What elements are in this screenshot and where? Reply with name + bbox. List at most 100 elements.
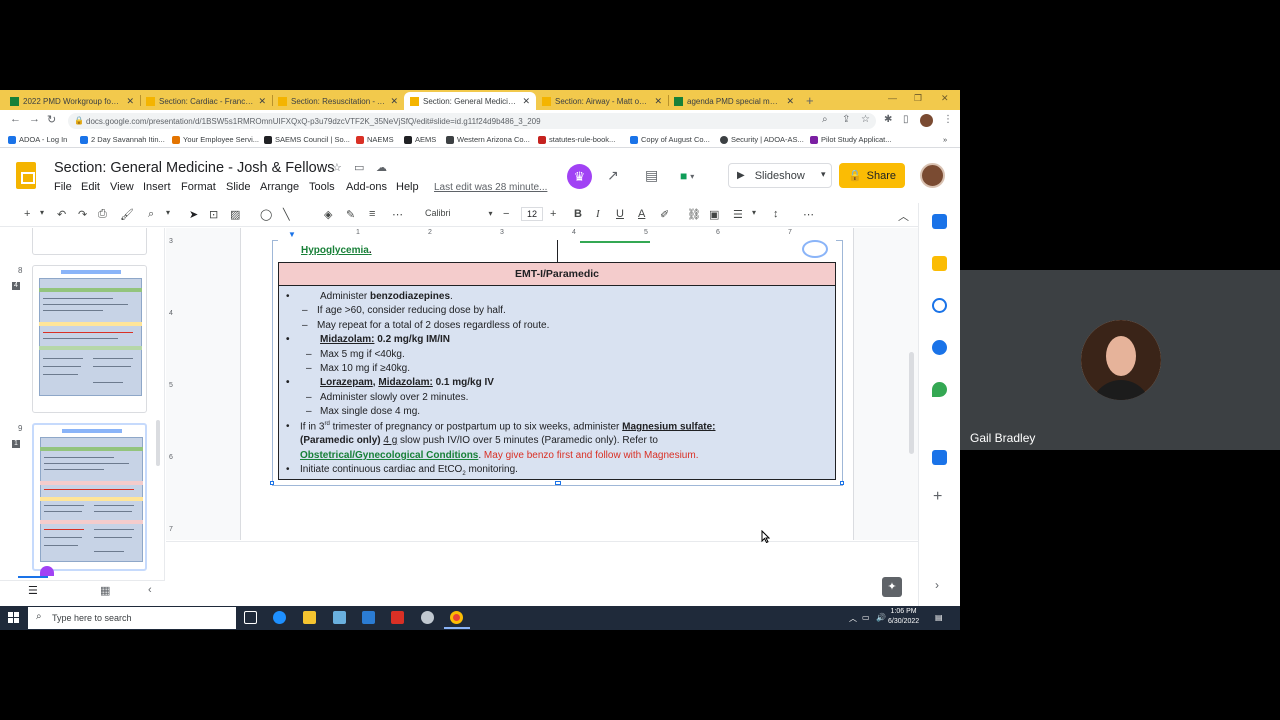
menu-view[interactable]: View [110, 181, 134, 193]
get-addons-icon[interactable]: + [933, 488, 942, 506]
speaker-notes[interactable] [166, 541, 918, 606]
bookmark-item[interactable]: Copy of August Co... [630, 135, 710, 144]
browser-tab-3[interactable]: Section: Resuscitation - Amb ✕ [272, 92, 404, 110]
addon-icon[interactable] [932, 450, 947, 465]
zoom-icon[interactable]: ⌕ [822, 114, 828, 125]
expand-panel-icon[interactable]: › [935, 578, 939, 592]
more-options-icon[interactable]: ⋯ [803, 208, 814, 221]
fill-color-icon[interactable]: ◈ [324, 208, 332, 221]
move-folder-icon[interactable]: ▭ [354, 161, 364, 174]
bookmark-item[interactable]: Pilot Study Applicat... [810, 135, 891, 144]
bookmark-item[interactable]: AEMS [404, 135, 436, 144]
zoom-icon[interactable]: ⌕ [148, 208, 154, 221]
highlight-icon[interactable]: ✐ [660, 208, 669, 221]
chevron-down-icon[interactable]: ▾ [821, 169, 826, 180]
comment-count-badge[interactable]: 1 [12, 440, 20, 448]
paint-format-icon[interactable]: 🖌 [120, 208, 134, 221]
menu-edit[interactable]: Edit [81, 181, 100, 193]
store-icon[interactable] [333, 611, 346, 624]
taskbar-clock[interactable]: 1:06 PM 6/30/2022 [888, 607, 919, 627]
notifications-icon[interactable]: ▤ [935, 613, 943, 622]
filmstrip-view-icon[interactable]: ☰ [28, 584, 38, 597]
slide-thumbnail-previous[interactable] [32, 228, 147, 255]
browser-tab-active[interactable]: Section: General Medicine - ✕ [404, 92, 536, 110]
volume-icon[interactable]: 🔊 [876, 613, 886, 622]
bookmark-item[interactable]: NAEMS [356, 135, 394, 144]
activity-dashboard-icon[interactable]: ↗ [607, 167, 619, 184]
close-tab-icon[interactable]: ✕ [786, 96, 794, 107]
document-title[interactable]: Section: General Medicine - Josh & Fello… [54, 160, 334, 176]
close-window-icon[interactable]: ✕ [941, 93, 949, 104]
back-icon[interactable]: ← [10, 113, 21, 125]
star-icon[interactable]: ☆ [332, 161, 342, 174]
bold-icon[interactable]: B [574, 208, 582, 220]
new-tab-icon[interactable]: + [806, 93, 814, 108]
bookmark-item[interactable]: SAEMS Council | So... [264, 135, 350, 144]
ob-gyn-link[interactable]: Obstetrical/Gynecological Conditions [300, 450, 478, 461]
browser-tab-5[interactable]: Section: Airway - Matt one le ✕ [536, 92, 668, 110]
slides-logo-icon[interactable] [16, 162, 36, 189]
decrease-font-icon[interactable]: − [503, 208, 509, 220]
tasks-icon[interactable] [932, 298, 947, 313]
comments-icon[interactable]: ▤ [645, 167, 658, 184]
border-dash-icon[interactable]: ⋯ [392, 208, 403, 221]
menu-insert[interactable]: Insert [143, 181, 171, 193]
tray-chevron-icon[interactable]: ︿ [849, 613, 857, 624]
chevron-down-icon[interactable]: ▾ [166, 208, 170, 217]
resize-handle[interactable] [840, 481, 844, 485]
filmstrip-scrollbar[interactable] [156, 420, 160, 466]
share-button[interactable]: 🔒 Share [839, 163, 905, 188]
resize-handle[interactable] [555, 481, 561, 485]
resize-handle[interactable] [270, 481, 274, 485]
close-tab-icon[interactable]: ✕ [126, 96, 134, 107]
undo-icon[interactable]: ↶ [57, 208, 66, 221]
app-icon[interactable] [421, 611, 434, 624]
mail-icon[interactable] [362, 611, 375, 624]
acrobat-icon[interactable] [391, 611, 404, 624]
url-field[interactable]: 🔒 docs.google.com/presentation/d/1BSW5s1… [68, 113, 876, 129]
font-size-input[interactable]: 12 [521, 207, 543, 221]
italic-icon[interactable]: I [596, 208, 600, 220]
hypoglycemia-link[interactable]: Hypoglycemia. [301, 245, 372, 256]
shape-icon[interactable]: ◯ [260, 208, 272, 221]
canvas-scrollbar[interactable] [909, 352, 914, 454]
menu-arrange[interactable]: Arrange [260, 181, 299, 193]
emt-paramedic-header[interactable]: EMT-I/Paramedic [278, 262, 836, 286]
contacts-icon[interactable] [932, 340, 947, 355]
slide-thumbnail-9[interactable] [32, 423, 147, 571]
text-box-icon[interactable]: ⊡ [209, 208, 218, 221]
line-spacing-icon[interactable]: ↕ [773, 208, 779, 220]
menu-tools[interactable]: Tools [309, 181, 335, 193]
forward-icon[interactable]: → [29, 113, 40, 125]
edge-icon[interactable] [273, 611, 286, 624]
bookmark-item[interactable]: statutes-rule-book... [538, 135, 615, 144]
print-icon[interactable]: ⎙ [98, 208, 107, 221]
menu-addons[interactable]: Add-ons [346, 181, 387, 193]
border-weight-icon[interactable]: ≡ [369, 208, 375, 220]
select-cursor-icon[interactable]: ➤ [189, 208, 198, 221]
bookmark-item[interactable]: 2 Day Savannah Itin... [80, 135, 165, 144]
extensions-icon[interactable]: ✱ [884, 114, 892, 125]
chrome-menu-icon[interactable]: ⋮ [943, 114, 953, 125]
increase-font-icon[interactable]: + [550, 208, 556, 220]
browser-tab-6[interactable]: agenda PMD special meeting ✕ [668, 92, 800, 110]
browser-tab-2[interactable]: Section: Cardiac - Franco & A ✕ [140, 92, 272, 110]
reload-icon[interactable]: ↻ [47, 113, 56, 126]
menu-help[interactable]: Help [396, 181, 419, 193]
last-edit-link[interactable]: Last edit was 28 minute... [434, 182, 547, 193]
keep-icon[interactable] [932, 256, 947, 271]
file-explorer-icon[interactable] [303, 611, 316, 624]
border-color-icon[interactable]: ✎ [346, 208, 355, 221]
new-slide-icon[interactable]: + [24, 208, 30, 220]
redo-icon[interactable]: ↷ [78, 208, 87, 221]
chevron-down-icon[interactable]: ▾ [752, 208, 756, 217]
profile-avatar[interactable] [920, 114, 933, 127]
menu-slide[interactable]: Slide [226, 181, 250, 193]
share-page-icon[interactable]: ⇪ [842, 114, 850, 125]
minimize-icon[interactable]: — [888, 93, 897, 103]
menu-file[interactable]: File [54, 181, 72, 193]
close-tab-icon[interactable]: ✕ [390, 96, 398, 107]
close-tab-icon[interactable]: ✕ [522, 96, 530, 107]
collapse-menus-icon[interactable]: ︿ [898, 208, 909, 224]
maps-icon[interactable] [932, 382, 947, 397]
